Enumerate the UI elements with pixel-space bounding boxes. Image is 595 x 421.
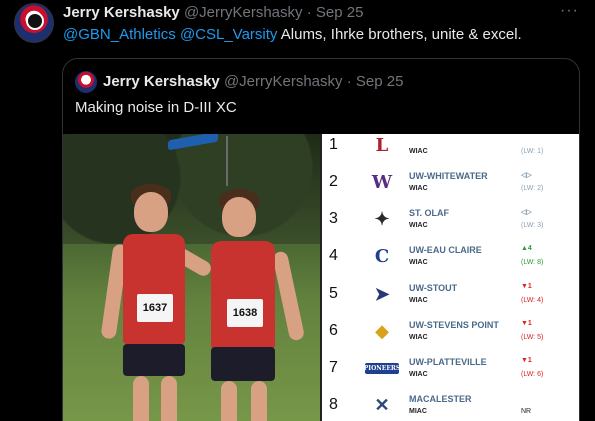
school-name: UW-EAU CLAIRE bbox=[409, 245, 482, 255]
mention-link[interactable]: @CSL_Varsity bbox=[180, 26, 277, 43]
conference-label: WIAC bbox=[409, 148, 428, 155]
runner-left: 1637 bbox=[100, 184, 214, 421]
rank-number: 1 bbox=[329, 136, 338, 153]
quoted-tweet-date[interactable]: · Sep 25 bbox=[347, 73, 404, 90]
last-week-rank: (LW: 3) bbox=[521, 222, 544, 229]
author-handle[interactable]: @JerryKershasky bbox=[184, 4, 303, 21]
runner-right: 1638 bbox=[193, 189, 306, 421]
rank-number: 5 bbox=[329, 285, 338, 302]
ranking-row: 5 ➤ UW-STOUT WIAC ▼1 (LW: 4) bbox=[320, 277, 579, 314]
tweet-body: Alums, Ihrke brothers, unite & excel. bbox=[277, 26, 522, 43]
last-week-rank: (LW: 5) bbox=[521, 334, 544, 341]
ranking-row: 4 C UW-EAU CLAIRE WIAC ▲4 (LW: 8) bbox=[320, 239, 579, 276]
last-week-rank: (LW: 1) bbox=[521, 148, 544, 155]
school-logo-icon: ◆ bbox=[375, 321, 389, 342]
ranking-row: 3 ✦ ST. OLAF WIAC ◁▷ (LW: 3) bbox=[320, 202, 579, 239]
last-week-rank: (LW: 2) bbox=[521, 185, 544, 192]
last-week-rank: (LW: 8) bbox=[521, 259, 544, 266]
runner-leg bbox=[221, 381, 237, 421]
conference-label: MIAC bbox=[409, 408, 427, 415]
runner-shorts bbox=[123, 344, 185, 376]
mention-link[interactable]: @GBN_Athletics bbox=[63, 26, 176, 43]
last-week-rank: NR bbox=[521, 408, 532, 415]
conference-label: WIAC bbox=[409, 297, 428, 304]
rank-number: 4 bbox=[329, 247, 338, 264]
rank-change: ▼1 bbox=[521, 320, 532, 327]
conference-label: WIAC bbox=[409, 334, 428, 341]
last-week-rank: (LW: 4) bbox=[521, 297, 544, 304]
conference-label: WIAC bbox=[409, 185, 428, 192]
school-logo-icon: C bbox=[374, 246, 390, 267]
author-avatar[interactable] bbox=[14, 3, 54, 43]
runner-leg bbox=[133, 376, 149, 421]
flag-pole bbox=[226, 136, 228, 186]
school-logo-icon: ➤ bbox=[374, 284, 390, 305]
rank-number: 3 bbox=[329, 210, 338, 227]
runner-singlet bbox=[123, 234, 185, 344]
school-logo-icon: L bbox=[375, 135, 389, 156]
quoted-author-handle[interactable]: @JerryKershasky bbox=[224, 73, 343, 90]
last-week-rank: (LW: 6) bbox=[521, 371, 544, 378]
school-name: UW-PLATTEVILLE bbox=[409, 357, 487, 367]
ranking-row: 8 ✕ MACALESTER MIAC NR bbox=[320, 388, 579, 421]
rank-change: ▼1 bbox=[521, 283, 532, 290]
author-name[interactable]: Jerry Kershasky bbox=[63, 4, 180, 21]
conference-label: WIAC bbox=[409, 222, 428, 229]
rank-number: 8 bbox=[329, 396, 338, 413]
tweet-date[interactable]: · Sep 25 bbox=[307, 4, 364, 21]
tweet-header: Jerry Kershasky @JerryKershasky · Sep 25 bbox=[63, 4, 363, 21]
ranking-row: 1 L WIAC (LW: 1) bbox=[320, 128, 579, 165]
runner-leg bbox=[251, 381, 267, 421]
school-logo-icon: PIONEERS bbox=[363, 363, 401, 374]
runner-head bbox=[222, 197, 256, 237]
school-name: UW-WHITEWATER bbox=[409, 171, 488, 181]
quoted-tweet[interactable]: Jerry Kershasky @JerryKershasky · Sep 25… bbox=[62, 58, 580, 421]
school-logo-icon: ✕ bbox=[374, 395, 390, 416]
school-name: UW-STEVENS POINT bbox=[409, 320, 499, 330]
ranking-row: 6 ◆ UW-STEVENS POINT WIAC ▼1 (LW: 5) bbox=[320, 314, 579, 351]
school-name: UW-STOUT bbox=[409, 283, 458, 293]
rank-number: 6 bbox=[329, 322, 338, 339]
quoted-author-name[interactable]: Jerry Kershasky bbox=[103, 73, 220, 90]
media-grid: 1637 1638 1 L WIAC (LW: 1) 2 W UW-WHITEWATER WI… bbox=[63, 134, 579, 421]
runner-shorts bbox=[211, 347, 275, 381]
runner-singlet bbox=[211, 241, 275, 349]
rank-number: 7 bbox=[329, 359, 338, 376]
ranking-row: 7 PIONEERS UW-PLATTEVILLE WIAC ▼1 (LW: 6) bbox=[320, 351, 579, 388]
conference-label: WIAC bbox=[409, 259, 428, 266]
quoted-tweet-text: Making noise in D-III XC bbox=[75, 99, 237, 116]
rank-change: ▼1 bbox=[521, 357, 532, 364]
school-name: MACALESTER bbox=[409, 394, 472, 404]
rank-change: ◁▷ bbox=[521, 172, 532, 179]
quoted-author-avatar[interactable] bbox=[75, 71, 97, 93]
race-bib: 1638 bbox=[227, 299, 263, 327]
rankings-image[interactable]: 1 L WIAC (LW: 1) 2 W UW-WHITEWATER WIAC ◁▷ (LW: 2… bbox=[320, 134, 579, 421]
rank-change: ▲4 bbox=[521, 245, 532, 252]
quoted-tweet-header: Jerry Kershasky @JerryKershasky · Sep 25 bbox=[103, 73, 403, 90]
more-options-icon[interactable]: ··· bbox=[560, 2, 579, 20]
runner-arm bbox=[271, 250, 306, 342]
ranking-row: 2 W UW-WHITEWATER WIAC ◁▷ (LW: 2) bbox=[320, 165, 579, 202]
conference-label: WIAC bbox=[409, 371, 428, 378]
runners-photo[interactable]: 1637 1638 bbox=[63, 134, 320, 421]
school-logo-icon: ✦ bbox=[374, 209, 390, 230]
race-bib: 1637 bbox=[137, 294, 173, 322]
school-name: ST. OLAF bbox=[409, 208, 449, 218]
tweet-text: @GBN_Athletics @CSL_Varsity Alums, Ihrke… bbox=[63, 26, 522, 43]
runner-leg bbox=[161, 376, 177, 421]
runner-head bbox=[134, 192, 168, 232]
rank-change: ◁▷ bbox=[521, 209, 532, 216]
rank-number: 2 bbox=[329, 173, 338, 190]
school-logo-icon: W bbox=[371, 172, 393, 193]
